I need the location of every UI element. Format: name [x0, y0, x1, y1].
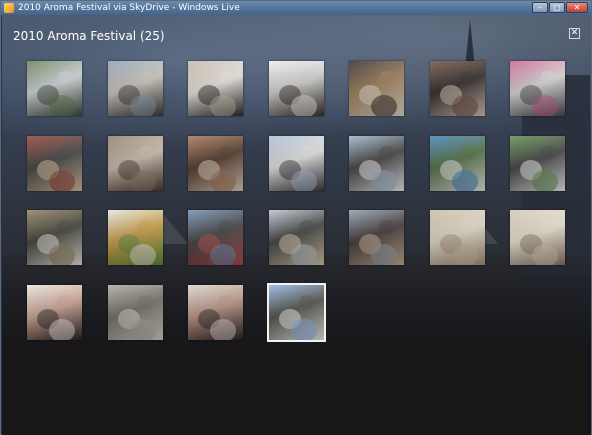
- thumbnail-photo-crowd-banners[interactable]: [188, 210, 243, 265]
- windows-live-icon: [4, 3, 14, 13]
- photo-shade: [349, 136, 404, 191]
- thumbnail-photo-cake-display[interactable]: [27, 210, 82, 265]
- thumbnail-photo-camel-street[interactable]: [349, 210, 404, 265]
- thumbnail-photo-barista-stall[interactable]: [188, 61, 243, 116]
- thumbnail-photo-woman-sunglasses[interactable]: [430, 61, 485, 116]
- photo-shade: [430, 210, 485, 265]
- thumbnail-photo-latte-art[interactable]: [349, 61, 404, 116]
- thumbnail-photo-white-marquee[interactable]: [349, 136, 404, 191]
- photo-shade: [269, 61, 324, 116]
- thumbnail-photo-camel[interactable]: [269, 210, 324, 265]
- thumbnail-photo-street-crowd[interactable]: [27, 61, 82, 116]
- app-window: 2010 Aroma Festival via SkyDrive - Windo…: [0, 0, 592, 435]
- background-ground: [2, 345, 591, 435]
- thumbnail-photo-pastries[interactable]: [188, 136, 243, 191]
- minimize-button[interactable]: –: [532, 2, 548, 13]
- thumbnail-photo-latte-art-mono[interactable]: [108, 285, 163, 340]
- photo-shade: [108, 136, 163, 191]
- photo-shade: [27, 210, 82, 265]
- maximize-button[interactable]: □: [549, 2, 565, 13]
- close-album-button[interactable]: ✕: [569, 28, 580, 39]
- photo-shade: [269, 285, 324, 340]
- thumbnail-photo-coffee-cup-snow[interactable]: [269, 61, 324, 116]
- photo-shade: [27, 61, 82, 116]
- close-window-button[interactable]: ✕: [566, 2, 588, 13]
- thumbnail-photo-food-stall[interactable]: [27, 136, 82, 191]
- album-viewer: 2010 Aroma Festival (25) ✕: [2, 15, 591, 435]
- photo-shade: [269, 210, 324, 265]
- thumbnail-photo-festival-overview[interactable]: [267, 283, 326, 342]
- photo-shade: [108, 210, 163, 265]
- thumbnail-photo-two-friends-2[interactable]: [188, 285, 243, 340]
- thumbnail-photo-latte-portrait-2[interactable]: [510, 210, 565, 265]
- photo-shade: [108, 61, 163, 116]
- photo-shade: [430, 136, 485, 191]
- thumbnail-photo-crowd-trees[interactable]: [108, 61, 163, 116]
- thumbnail-photo-tent-crowd[interactable]: [510, 136, 565, 191]
- thumbnail-photo-festival-tents[interactable]: [269, 136, 324, 191]
- photo-shade: [188, 136, 243, 191]
- photo-shade: [108, 285, 163, 340]
- photo-shade: [510, 210, 565, 265]
- photo-shade: [188, 285, 243, 340]
- window-title: 2010 Aroma Festival via SkyDrive - Windo…: [18, 3, 240, 13]
- album-title: 2010 Aroma Festival (25): [13, 29, 165, 43]
- photo-shade: [430, 61, 485, 116]
- photo-shade: [27, 285, 82, 340]
- window-controls: – □ ✕: [532, 2, 588, 13]
- photo-shade: [349, 210, 404, 265]
- photo-shade: [510, 136, 565, 191]
- photo-shade: [188, 61, 243, 116]
- thumbnail-photo-market-crowd[interactable]: [108, 136, 163, 191]
- photo-shade: [188, 210, 243, 265]
- thumbnail-photo-tent-trees[interactable]: [430, 136, 485, 191]
- thumbnail-photo-two-friends[interactable]: [27, 285, 82, 340]
- thumbnail-photo-latte-portrait[interactable]: [430, 210, 485, 265]
- thumbnail-photo-pink-stall[interactable]: [510, 61, 565, 116]
- thumbnail-photo-cucumber-plate[interactable]: [108, 210, 163, 265]
- title-bar[interactable]: 2010 Aroma Festival via SkyDrive - Windo…: [1, 1, 591, 15]
- photo-shade: [27, 136, 82, 191]
- photo-shade: [269, 136, 324, 191]
- photo-shade: [349, 61, 404, 116]
- photo-shade: [510, 61, 565, 116]
